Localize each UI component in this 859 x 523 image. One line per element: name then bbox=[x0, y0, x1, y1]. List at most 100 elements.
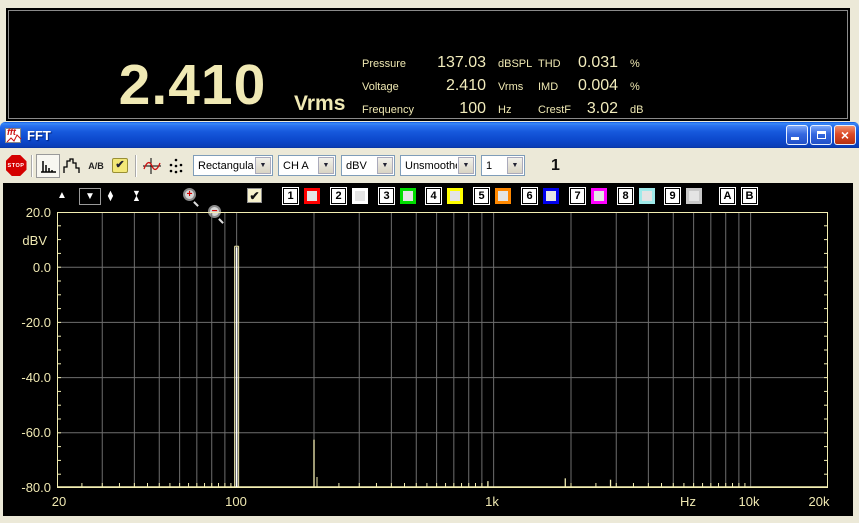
crestf-label: CrestF bbox=[538, 104, 571, 116]
y-tick-20: 20.0 bbox=[25, 205, 51, 220]
pressure-value: 137.03 bbox=[437, 54, 486, 71]
x-axis-unit: Hz bbox=[680, 494, 696, 509]
x-tick-20: 20 bbox=[51, 494, 67, 509]
toolbar-separator bbox=[135, 154, 137, 177]
chevron-down-icon[interactable]: ▼ bbox=[318, 157, 334, 174]
stop-button[interactable]: STOP bbox=[4, 154, 28, 178]
overlay-color-checkbox-3[interactable] bbox=[400, 188, 416, 204]
overlay-color-checkbox-7[interactable] bbox=[591, 188, 607, 204]
compress-icon: ▼ ▲ bbox=[132, 188, 141, 203]
cursor-checkbox[interactable]: ✔ bbox=[247, 188, 262, 203]
fft-plot-panel: ▲ ▼ ▲ ▼ ▼ ▲ + − ✔ 123456789AB 20.0 dBV 0… bbox=[3, 183, 853, 516]
overlay-button-2[interactable]: 2 bbox=[331, 188, 346, 204]
minimize-button[interactable] bbox=[786, 125, 808, 145]
signal-generator-button[interactable] bbox=[140, 154, 164, 178]
y-tick-0: 0.0 bbox=[32, 260, 51, 275]
spectrum-svg[interactable] bbox=[57, 212, 828, 488]
expand-range-button[interactable]: ▲ ▼ bbox=[106, 188, 115, 204]
average-counter: 1 bbox=[551, 156, 560, 174]
overlay-color-checkbox-6[interactable] bbox=[543, 188, 559, 204]
chevron-down-icon[interactable]: ▼ bbox=[507, 157, 523, 174]
frequency-unit: Hz bbox=[498, 104, 512, 116]
frequency-value: 100 bbox=[459, 100, 486, 117]
fft-titlebar[interactable]: fft FFT × bbox=[0, 122, 859, 148]
voltage-label: Voltage bbox=[362, 81, 399, 93]
overlay-button-6[interactable]: 6 bbox=[522, 188, 537, 204]
averaging-select[interactable]: 1 ▼ bbox=[481, 155, 525, 176]
main-voltage-unit: Vrms bbox=[294, 92, 346, 115]
overlay-button-1[interactable]: 1 bbox=[283, 188, 298, 204]
chevron-down-icon[interactable]: ▼ bbox=[255, 157, 271, 174]
memory-button-b[interactable]: B bbox=[742, 188, 757, 204]
x-tick-10k: 10k bbox=[738, 494, 760, 509]
voltage-value: 2.410 bbox=[445, 77, 486, 94]
toolbar-separator bbox=[31, 154, 33, 177]
measurement-setup-button[interactable]: ✔ bbox=[108, 154, 132, 178]
pressure-unit: dBSPL bbox=[498, 58, 533, 70]
fft-window: fft FFT × STOP A/B ✔ Rectangular ▼ CH A … bbox=[0, 122, 859, 523]
maximize-button[interactable] bbox=[810, 125, 832, 145]
overlay-button-4[interactable]: 4 bbox=[426, 188, 441, 204]
overlay-button-7[interactable]: 7 bbox=[570, 188, 585, 204]
chevron-down-icon[interactable]: ▼ bbox=[377, 157, 393, 174]
y-axis-unit: dBV bbox=[22, 233, 47, 248]
zoom-in-button[interactable]: + bbox=[183, 188, 200, 207]
distortion-dots-icon bbox=[169, 158, 183, 173]
signal-axes-icon bbox=[143, 157, 161, 174]
close-icon: × bbox=[840, 127, 850, 143]
overlay-button-9[interactable]: 9 bbox=[665, 188, 680, 204]
overlay-color-checkbox-8[interactable] bbox=[639, 188, 655, 204]
window-function-select[interactable]: Rectangular ▼ bbox=[193, 155, 273, 176]
crestf-unit: dB bbox=[630, 104, 644, 116]
x-tick-100: 100 bbox=[225, 494, 247, 509]
minimize-icon bbox=[791, 137, 799, 140]
overlay-button-8[interactable]: 8 bbox=[618, 188, 633, 204]
y-tick-m80: -80.0 bbox=[21, 480, 51, 495]
fft-window-icon: fft bbox=[5, 127, 22, 143]
channel-select[interactable]: CH A ▼ bbox=[278, 155, 336, 176]
overlay-button-5[interactable]: 5 bbox=[474, 188, 489, 204]
y-tick-m20: -20.0 bbox=[21, 315, 51, 330]
imd-unit: % bbox=[630, 81, 640, 93]
ab-compare-button[interactable]: A/B bbox=[84, 154, 108, 178]
spectrum-view-button[interactable] bbox=[36, 153, 60, 178]
fft-icon-curve bbox=[6, 133, 22, 142]
maximize-icon bbox=[816, 131, 826, 139]
scale-select[interactable]: dBV ▼ bbox=[341, 155, 395, 176]
overlay-color-checkbox-2[interactable] bbox=[352, 188, 368, 204]
ab-compare-icon: A/B bbox=[88, 160, 104, 171]
close-button[interactable]: × bbox=[834, 125, 856, 145]
overlay-color-checkbox-1[interactable] bbox=[304, 188, 320, 204]
x-tick-1k: 1k bbox=[485, 494, 499, 509]
spectrum-bars-icon bbox=[40, 160, 56, 173]
crestf-value: 3.02 bbox=[586, 100, 618, 117]
overlay-color-checkbox-5[interactable] bbox=[495, 188, 511, 204]
window-title: FFT bbox=[27, 127, 51, 143]
stop-icon: STOP bbox=[5, 155, 27, 176]
overlay-color-checkbox-4[interactable] bbox=[447, 188, 463, 204]
arta-main-window: 2.410 Vrms Pressure 137.03 dBSPL THD 0.0… bbox=[0, 0, 859, 523]
overlay-color-checkbox-9[interactable] bbox=[686, 188, 702, 204]
checkmark-icon: ✔ bbox=[249, 188, 260, 203]
imd-value: 0.004 bbox=[578, 77, 619, 94]
scale-up-button[interactable]: ▲ bbox=[57, 188, 67, 204]
y-tick-m40: -40.0 bbox=[21, 370, 51, 385]
smoothing-select[interactable]: Unsmoothed ▼ bbox=[400, 155, 476, 176]
measurement-checklist-icon: ✔ bbox=[112, 158, 128, 173]
fft-spectrum-chart[interactable] bbox=[57, 212, 828, 488]
overlay-button-3[interactable]: 3 bbox=[379, 188, 394, 204]
zoom-in-icon: + bbox=[183, 188, 196, 201]
scale-down-button[interactable]: ▼ bbox=[79, 188, 101, 205]
distortion-dots-button[interactable] bbox=[164, 154, 188, 178]
thd-unit: % bbox=[630, 58, 640, 70]
memory-button-a[interactable]: A bbox=[720, 188, 735, 204]
y-tick-m60: -60.0 bbox=[21, 425, 51, 440]
compress-range-button[interactable]: ▼ ▲ bbox=[132, 188, 141, 204]
band-view-button[interactable] bbox=[60, 154, 84, 178]
fft-toolbar: STOP A/B ✔ Rectangular ▼ CH A ▼ dBV ▼ Un… bbox=[0, 148, 859, 183]
thd-value: 0.031 bbox=[578, 54, 619, 71]
pressure-label: Pressure bbox=[362, 58, 407, 70]
chevron-down-icon[interactable]: ▼ bbox=[458, 157, 474, 174]
measurement-grid: Pressure 137.03 dBSPL THD 0.031 % Voltag… bbox=[362, 54, 652, 123]
expand-icon: ▲ ▼ bbox=[106, 188, 115, 203]
